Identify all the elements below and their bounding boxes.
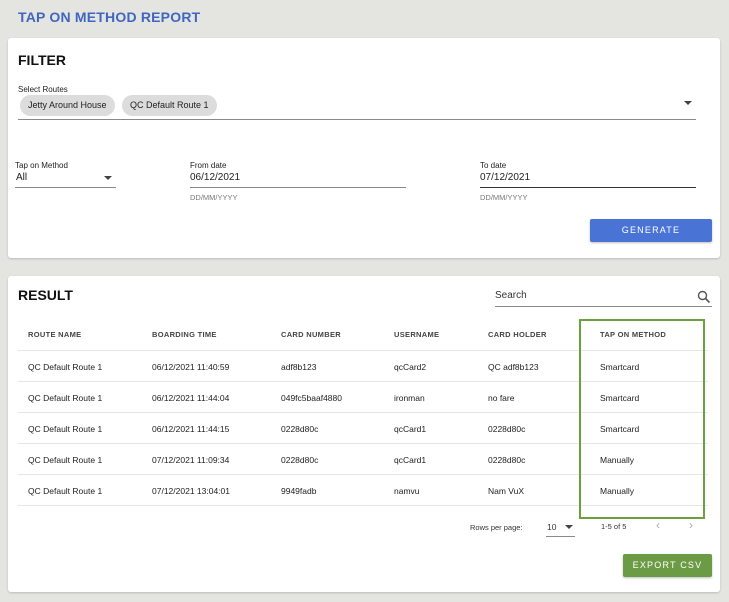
routes-select-underline[interactable]	[18, 119, 696, 120]
from-date-label: From date	[190, 161, 227, 170]
rows-per-page-underline	[546, 536, 575, 537]
cell-route-name: QC Default Route 1	[28, 455, 103, 465]
route-chip-qc-default[interactable]: QC Default Route 1	[122, 95, 217, 116]
search-underline	[495, 306, 712, 307]
cell-card-holder: Nam VuX	[488, 486, 525, 496]
cell-boarding-time: 07/12/2021 13:04:01	[152, 486, 230, 496]
cell-route-name: QC Default Route 1	[28, 362, 103, 372]
chevron-right-icon[interactable]: ›	[689, 518, 693, 532]
cell-card-holder: 0228d80c	[488, 424, 526, 434]
result-title: RESULT	[18, 287, 73, 303]
page-title: TAP ON METHOD REPORT	[18, 9, 201, 25]
cell-route-name: QC Default Route 1	[28, 424, 103, 434]
search-icon[interactable]	[697, 290, 711, 304]
cell-card-holder: 0228d80c	[488, 455, 526, 465]
column-header-card-holder[interactable]: CARD HOLDER	[488, 330, 547, 339]
to-date-input[interactable]: 07/12/2021	[480, 172, 530, 183]
rows-per-page-label: Rows per page:	[470, 523, 523, 532]
method-select[interactable]: All	[16, 172, 27, 183]
tap-on-method-highlight	[579, 319, 705, 519]
cell-username: qcCard1	[394, 455, 427, 465]
cell-card-holder: QC adf8b123	[488, 362, 539, 372]
cell-card-number: 0228d80c	[281, 424, 319, 434]
cell-boarding-time: 06/12/2021 11:44:04	[152, 393, 230, 403]
route-chip-jetty[interactable]: Jetty Around House	[20, 95, 115, 116]
rows-per-page-chevron-down-icon[interactable]	[565, 525, 573, 529]
cell-username: qcCard1	[394, 424, 427, 434]
column-header-route-name[interactable]: ROUTE NAME	[28, 330, 81, 339]
chevron-left-icon[interactable]: ‹	[656, 518, 660, 532]
to-date-label: To date	[480, 161, 507, 170]
pagination-range: 1-5 of 5	[601, 522, 627, 531]
to-date-underline	[480, 187, 696, 188]
from-date-hint: DD/MM/YYYY	[190, 193, 238, 202]
cell-username: qcCard2	[394, 362, 427, 372]
cell-route-name: QC Default Route 1	[28, 393, 103, 403]
cell-boarding-time: 06/12/2021 11:44:15	[152, 424, 230, 434]
cell-card-number: 9949fadb	[281, 486, 317, 496]
method-chevron-down-icon[interactable]	[104, 176, 112, 180]
column-header-username[interactable]: USERNAME	[394, 330, 439, 339]
to-date-hint: DD/MM/YYYY	[480, 193, 528, 202]
method-underline	[15, 187, 116, 188]
cell-username: ironman	[394, 393, 425, 403]
column-header-boarding-time[interactable]: BOARDING TIME	[152, 330, 217, 339]
export-csv-button[interactable]: EXPORT CSV	[623, 554, 712, 577]
result-card: RESULT Search ROUTE NAME BOARDING TIME C…	[8, 276, 720, 592]
from-date-input[interactable]: 06/12/2021	[190, 172, 240, 183]
cell-route-name: QC Default Route 1	[28, 486, 103, 496]
rows-per-page-select[interactable]: 10	[547, 522, 556, 532]
cell-card-number: 0228d80c	[281, 455, 319, 465]
routes-dropdown-chevron-down-icon[interactable]	[684, 101, 692, 105]
column-header-card-number[interactable]: CARD NUMBER	[281, 330, 341, 339]
filter-title: FILTER	[18, 52, 66, 68]
cell-card-number: 049fc5baaf4880	[281, 393, 342, 403]
filter-card: FILTER Select Routes Jetty Around House …	[8, 38, 720, 258]
cell-card-number: adf8b123	[281, 362, 317, 372]
cell-boarding-time: 06/12/2021 11:40:59	[152, 362, 230, 372]
cell-card-holder: no fare	[488, 393, 515, 403]
cell-username: namvu	[394, 486, 420, 496]
method-label: Tap on Method	[15, 161, 68, 170]
routes-label: Select Routes	[18, 85, 68, 94]
from-date-underline	[190, 187, 406, 188]
cell-boarding-time: 07/12/2021 11:09:34	[152, 455, 230, 465]
search-input[interactable]: Search	[495, 290, 527, 301]
generate-button[interactable]: GENERATE	[590, 219, 712, 242]
